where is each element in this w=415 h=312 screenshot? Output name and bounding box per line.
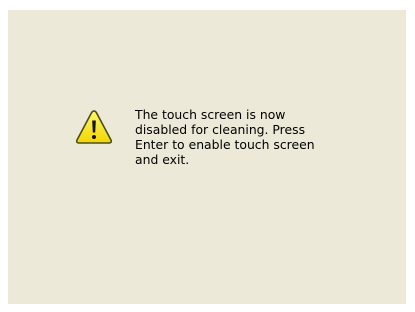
touch-screen-cleaning-dialog: The touch screen is now disabled for cle… xyxy=(8,10,406,304)
dialog-message: The touch screen is now disabled for cle… xyxy=(135,107,315,167)
warning-icon xyxy=(75,109,113,145)
